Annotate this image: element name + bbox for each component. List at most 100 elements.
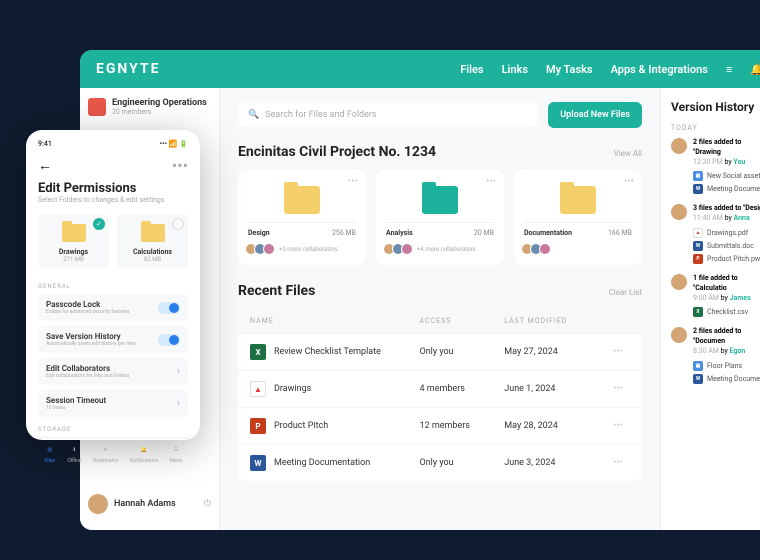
xls-icon: X — [250, 344, 266, 360]
nav-tasks[interactable]: My Tasks — [546, 63, 593, 76]
main-content: 🔍 Search for Files and Folders Upload Ne… — [220, 88, 660, 530]
file-access: Only you — [420, 458, 505, 468]
toggle[interactable] — [158, 302, 180, 314]
tab-notifications[interactable]: 🔔 Notifications — [130, 444, 158, 464]
csv-icon: X — [693, 307, 703, 317]
mobile-folder-card[interactable]: ✓ Drawings 271 MB — [38, 214, 109, 269]
vh-title: Version History — [671, 100, 760, 114]
vh-file[interactable]: WMeeting Documents — [693, 374, 760, 384]
nav-apps[interactable]: Apps & Integrations — [611, 63, 708, 76]
section-storage: STORAGE — [38, 426, 188, 433]
top-nav: Files Links My Tasks Apps & Integrations… — [460, 63, 760, 76]
vh-file[interactable]: ▲Drawings.pdf — [693, 228, 760, 238]
folder-icon — [141, 224, 165, 242]
workspace-name: Engineering Operations — [112, 98, 207, 108]
row-menu-icon[interactable]: ••• — [606, 384, 630, 394]
brand-logo: EGNYTE — [96, 61, 160, 77]
folder-menu-icon[interactable]: ••• — [486, 176, 496, 187]
vh-file[interactable]: WMeeting Documenta — [693, 184, 760, 194]
folder-icon — [284, 186, 320, 214]
radio-icon — [172, 218, 184, 230]
folder-menu-icon[interactable]: ••• — [624, 176, 634, 187]
folder-size: 20 MB — [474, 229, 494, 237]
setting-row[interactable]: Passcode LockEnable for advanced securit… — [38, 294, 188, 321]
col-modified: LAST MODIFIED — [504, 317, 606, 325]
power-icon[interactable]: ⏻ — [204, 499, 211, 509]
file-name: Drawings — [274, 384, 311, 394]
file-name: Product Pitch — [274, 421, 328, 431]
section-general: GENERAL — [38, 283, 188, 290]
vh-item: 2 files added to "Drawing12:30 PM by You — [671, 138, 760, 167]
setting-row[interactable]: Save Version HistoryAutomatically saves … — [38, 326, 188, 353]
file-modified: May 28, 2024 — [504, 421, 606, 431]
recent-title: Recent Files — [238, 283, 315, 299]
mobile-folder-card[interactable]: Calculations 82 MB — [117, 214, 188, 269]
mobile-folder-row: ✓ Drawings 271 MB Calculations 82 MB — [38, 214, 188, 269]
version-history-panel: Version History TODAY 2 files added to "… — [660, 88, 760, 530]
file-row[interactable]: XReview Checklist Template Only you May … — [238, 333, 642, 370]
vh-file[interactable]: ▣New Social assets — [693, 171, 760, 181]
setting-row[interactable]: Session Timeout10 hours › — [38, 390, 188, 417]
mobile-overlay: 9:41 ••• 📶 🔋 ← ••• Edit Permissions Sele… — [26, 130, 200, 440]
nav-links[interactable]: Links — [502, 63, 528, 76]
vh-file[interactable]: WSubmittals.doc — [693, 241, 760, 251]
chevron-right-icon[interactable]: › — [177, 366, 180, 377]
workspace-members: 20 members — [112, 108, 207, 116]
tab-icon: ★ — [100, 444, 112, 456]
vh-today-label: TODAY — [671, 124, 760, 132]
pdf-icon: ▲ — [693, 228, 703, 238]
folder-card[interactable]: ••• Design256 MB +3 more collaborators — [238, 170, 366, 265]
current-user[interactable]: Hannah Adams ⏻ — [88, 488, 211, 520]
folder-name: Analysis — [386, 229, 413, 237]
row-menu-icon[interactable]: ••• — [606, 347, 630, 357]
folder-card[interactable]: ••• Documentation 166 MB — [514, 170, 642, 265]
mobile-status-bar: 9:41 ••• 📶 🔋 — [38, 140, 188, 148]
file-row[interactable]: WMeeting Documentation Only you June 3, … — [238, 444, 642, 481]
tab-icon: 🔔 — [138, 444, 150, 456]
tab-files[interactable]: ▤ Files — [44, 444, 56, 464]
file-row[interactable]: ▲ Drawings 4 members June 1, 2024 ••• — [238, 370, 642, 407]
folder-grid: ••• Design256 MB +3 more collaborators •… — [238, 170, 642, 265]
avatar — [88, 494, 108, 514]
folder-small-icon: ▣ — [693, 361, 703, 371]
tab-offline[interactable]: ⬇ Offline — [67, 444, 81, 464]
setting-row[interactable]: Edit CollaboratorsEdit collaborators for… — [38, 358, 188, 385]
clear-list-link[interactable]: Clear List — [609, 288, 642, 297]
upload-button[interactable]: Upload New Files — [548, 102, 642, 128]
folder-icon — [422, 186, 458, 214]
collab-text: +3 more collaborators — [279, 246, 338, 253]
toggle[interactable] — [158, 334, 180, 346]
row-menu-icon[interactable]: ••• — [606, 458, 630, 468]
pdf-icon: ▲ — [250, 381, 266, 397]
file-access: 4 members — [420, 384, 505, 394]
avatar — [671, 204, 687, 220]
bell-icon[interactable]: 🔔 — [750, 63, 760, 76]
folder-name: Documentation — [524, 229, 572, 237]
workspace-selector[interactable]: Engineering Operations 20 members — [88, 98, 211, 116]
folder-card[interactable]: ••• Analysis20 MB +4 more collaborators — [376, 170, 504, 265]
workspace-icon — [88, 98, 106, 116]
vh-file[interactable]: XChecklist.csv — [693, 307, 760, 317]
file-row[interactable]: PProduct Pitch 12 members May 28, 2024 •… — [238, 407, 642, 444]
view-all-link[interactable]: View All — [614, 149, 642, 158]
tab-bookmarks[interactable]: ★ Bookmarks — [93, 444, 118, 464]
search-input[interactable]: 🔍 Search for Files and Folders — [238, 103, 538, 127]
nav-files[interactable]: Files — [460, 63, 483, 76]
avatar — [671, 274, 687, 290]
chevron-right-icon[interactable]: › — [177, 398, 180, 409]
mobile-subtitle: Select Folders to changes & edit setting… — [38, 196, 188, 204]
more-icon[interactable]: ••• — [172, 156, 188, 175]
vh-file[interactable]: ▣Floor Plans — [693, 361, 760, 371]
row-menu-icon[interactable]: ••• — [606, 421, 630, 431]
col-name: NAME — [250, 317, 420, 325]
back-icon[interactable]: ← — [38, 157, 52, 174]
folder-size: 166 MB — [608, 229, 632, 237]
file-name: Review Checklist Template — [274, 347, 381, 357]
vh-file[interactable]: PProduct Pitch.pwtx — [693, 254, 760, 264]
tab-menu[interactable]: ☰ Menu — [170, 444, 183, 464]
folder-size: 256 MB — [332, 229, 356, 237]
file-modified: June 1, 2024 — [504, 384, 606, 394]
folder-menu-icon[interactable]: ••• — [348, 176, 358, 187]
file-name: Meeting Documentation — [274, 458, 370, 468]
menu-icon[interactable]: ≡ — [726, 63, 732, 76]
